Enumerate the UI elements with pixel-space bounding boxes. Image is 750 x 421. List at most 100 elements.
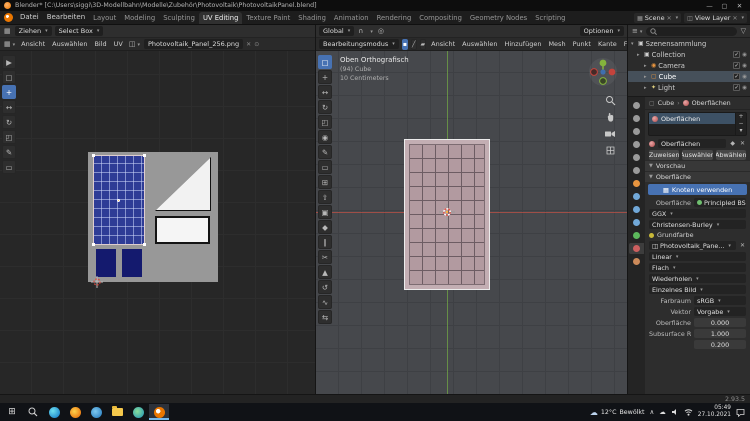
scene-selector[interactable]: ▦ Scene ✕ [634,13,682,23]
tab-object[interactable] [629,178,644,189]
tab-rendering[interactable]: Rendering [373,12,416,24]
image-pin-icon[interactable]: ⊙ [254,41,259,48]
breadcrumb-material[interactable]: Oberflächen [692,99,731,107]
uv-menu-uv[interactable]: UV [112,40,125,48]
panel-preview[interactable]: Vorschau [645,160,750,171]
image-selector[interactable]: ◫ Photovoltaik_Pane... [649,241,736,250]
vp-tool-rotate[interactable]: ↻ [318,100,332,114]
uv-canvas[interactable]: ▶ ▢ + ↔ ↻ ◰ ✎ ▭ [0,51,315,394]
uv-tool-cursor[interactable]: + [2,85,16,99]
camera-checkbox[interactable]: ✓ [733,62,741,69]
render-visibility-icon[interactable]: ◉ [742,52,747,58]
vp-menu-punkt[interactable]: Punkt [571,40,593,48]
notification-center-icon[interactable] [736,408,745,417]
onedrive-icon[interactable]: ☁ [659,408,666,416]
select-button[interactable]: Auswählen [682,149,713,160]
tab-geometry-nodes[interactable]: Geometry Nodes [466,12,531,24]
tab-view-layer[interactable] [629,139,644,150]
uv-tool-tweak[interactable]: ▶ [2,55,16,69]
menu-datei[interactable]: Datei [16,11,43,24]
material-slot-row[interactable]: Oberflächen [649,113,735,124]
subsurface-slider[interactable]: 0.000 [694,318,746,327]
vp-tool-select-box[interactable]: ▢ [318,55,332,69]
image-name-field[interactable]: Photovoltaik_Panel_256.png [144,39,244,49]
extension-dropdown[interactable]: Wiederholen [649,274,746,283]
tab-output[interactable] [629,126,644,137]
tab-tool[interactable] [629,100,644,111]
outliner-row-szenensammlung[interactable]: ▾ ▣ Szenensammlung [628,38,750,49]
uv-active-tool-dropdown[interactable]: Select Box [54,26,104,36]
speaker-icon[interactable] [671,408,679,416]
uv-tool-select-box[interactable]: ▢ [2,70,16,84]
mode-dropdown[interactable]: Bearbeitungsmodus [319,39,399,49]
deselect-button[interactable]: Abwählen [715,149,746,160]
vp-tool-scale[interactable]: ◰ [318,115,332,129]
maximize-button[interactable]: ▢ [718,2,731,10]
uv-vertex-handle[interactable] [143,154,146,157]
panel-surface[interactable]: Oberfläche [645,171,750,182]
render-visibility-icon[interactable]: ◉ [742,85,747,91]
render-visibility-icon[interactable]: ◉ [742,63,747,69]
vp-tool-transform[interactable]: ◉ [318,130,332,144]
transform-orientation-dropdown[interactable]: Global [319,26,355,36]
tab-constraints[interactable] [629,217,644,228]
vp-tool-bevel[interactable]: ◆ [318,220,332,234]
scene-unlink-icon[interactable]: ✕ [667,15,672,22]
outliner-search[interactable] [646,26,737,36]
material-name-field[interactable]: Oberflächen [658,139,727,148]
uv-vertex-handle[interactable] [143,243,146,246]
vp-menu-hinzufuegen[interactable]: Hinzufügen [502,40,543,48]
tab-modeling[interactable]: Modeling [120,12,159,24]
render-visibility-icon[interactable]: ◉ [742,74,747,80]
tray-expand-icon[interactable]: ∧ [650,408,655,416]
remove-material-slot-button[interactable]: − [738,120,743,127]
tab-material[interactable] [629,243,644,254]
vp-tool-spin[interactable]: ↺ [318,280,332,294]
select-mode-edge[interactable]: ╱ [410,38,417,50]
vp-tool-extrude[interactable]: ⇧ [318,190,332,204]
menu-bearbeiten[interactable]: Bearbeiten [43,11,89,24]
taskbar-clock[interactable]: 05:49 27.10.2021 [698,405,731,419]
uv-tool-scale[interactable]: ◰ [2,130,16,144]
tab-texture-paint[interactable]: Texture Paint [242,12,294,24]
tab-uv-editing[interactable]: UV Editing [198,12,243,24]
tab-physics[interactable] [629,204,644,215]
outliner-row-collection[interactable]: ▸ ▣ Collection ✓ ◉ [628,49,750,60]
uv-vertex-handle[interactable] [92,243,95,246]
vp-menu-mesh[interactable]: Mesh [546,40,567,48]
shader-dropdown[interactable]: Principled BSDF [694,198,746,207]
uv-vertex-handle[interactable] [92,154,95,157]
select-mode-face[interactable]: ▰ [419,38,427,50]
tab-animation[interactable]: Animation [330,12,373,24]
viewport-canvas[interactable]: ▢ + ↔ ↻ ◰ ◉ ✎ ▭ ⊞ ⇧ ▣ ◆ ∥ ✂ ▲ ↺ ∿ ⇆ Oben… [316,51,627,394]
uv-tool-rotate[interactable]: ↻ [2,115,16,129]
vp-tool-edge-slide[interactable]: ⇆ [318,310,332,324]
unlink-material-button[interactable]: ✕ [739,140,746,147]
tab-shading[interactable]: Shading [294,12,330,24]
vp-tool-measure[interactable]: ▭ [318,160,332,174]
unlink-image-button[interactable]: ✕ [739,242,746,249]
taskbar-weather[interactable]: ☁ 12°C Bewölkt [590,408,645,417]
colorspace-dropdown[interactable]: sRGB [694,296,746,305]
collection-checkbox[interactable]: ✓ [733,51,741,58]
taskbar-app-photos[interactable] [128,404,148,420]
expand-icon[interactable]: ▸ [637,52,642,58]
expand-icon[interactable]: ▾ [631,41,636,47]
pan-hand-icon[interactable] [605,112,616,123]
vp-tool-move[interactable]: ↔ [318,85,332,99]
subsurface-method-dropdown[interactable]: Christensen-Burley [649,220,746,229]
vp-tool-smooth[interactable]: ∿ [318,295,332,309]
uv-drag-dropdown[interactable]: Ziehen [14,26,52,36]
vp-tool-loop-cut[interactable]: ∥ [318,235,332,249]
perspective-toggle-icon[interactable] [605,145,616,156]
interpolation-dropdown[interactable]: Linear [649,252,746,261]
material-specials-menu[interactable]: ▾ [739,127,742,134]
vp-tool-cursor[interactable]: + [318,70,332,84]
uv-editor-type-dropdown[interactable]: ▦ [3,40,16,48]
vp-tool-annotate[interactable]: ✎ [318,145,332,159]
outliner-row-light[interactable]: ▸ ✦ Light ✓ ◉ [628,82,750,93]
assign-button[interactable]: Zuweisen [649,149,680,160]
radius-field-y[interactable]: 0.200 [694,340,746,349]
distribution-dropdown[interactable]: GGX [649,209,746,218]
snap-magnet-icon[interactable]: ∩ [357,27,364,35]
